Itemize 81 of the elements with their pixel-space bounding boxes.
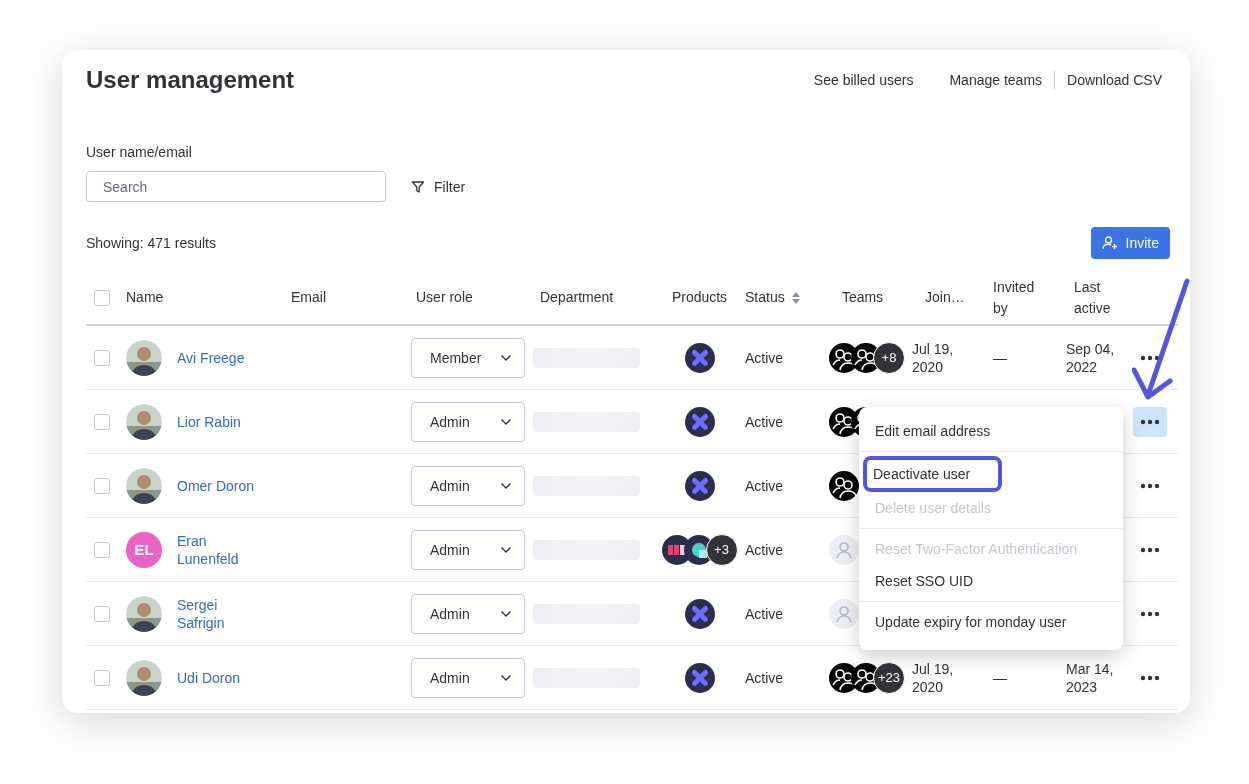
filter-button[interactable]: Filter xyxy=(411,178,466,195)
more-icon xyxy=(1140,674,1160,681)
user-name-link[interactable]: Lior Rabin xyxy=(177,412,262,431)
checkbox[interactable] xyxy=(94,289,110,306)
role-dropdown[interactable]: Admin xyxy=(411,593,525,634)
more-icon xyxy=(1140,546,1160,553)
status-text: Active xyxy=(745,349,784,366)
checkbox[interactable] xyxy=(94,413,110,430)
user-name-link[interactable]: Eran Lunenfeld xyxy=(177,531,262,568)
invite-button[interactable]: Invite xyxy=(1090,227,1170,259)
chevron-down-icon xyxy=(500,417,512,426)
column-header: Email xyxy=(291,288,326,307)
page-title: User management xyxy=(86,65,295,95)
count-badge: +8 xyxy=(873,341,905,374)
chevron-down-icon xyxy=(500,481,512,490)
column-header: Invited by xyxy=(993,277,1036,318)
count-badge: +3 xyxy=(705,533,738,566)
x-mark-icon xyxy=(684,662,715,693)
invited-by-text: — xyxy=(993,349,1007,366)
x-mark-icon xyxy=(684,342,715,373)
role-dropdown[interactable]: Admin xyxy=(411,465,525,506)
chevron-down-icon xyxy=(500,353,512,362)
filter-icon xyxy=(411,179,425,194)
user-name-link[interactable]: Omer Doron xyxy=(177,476,262,495)
user-name-link[interactable]: Sergei Safrigin xyxy=(177,595,262,632)
x-mark-icon xyxy=(684,598,715,629)
last-active-date: Sep 04, 2022 xyxy=(1066,339,1116,376)
menu-item[interactable]: Deactivate user xyxy=(863,456,1003,492)
status-text: Active xyxy=(745,669,784,686)
column-header: Last active xyxy=(1074,277,1112,318)
chevron-down-icon xyxy=(500,609,512,618)
role-dropdown[interactable]: Admin xyxy=(411,657,525,698)
chevron-down-icon xyxy=(500,545,512,554)
column-header: Status xyxy=(745,288,785,307)
status-text: Active xyxy=(745,605,784,622)
add-user-icon xyxy=(1101,235,1118,251)
field-label: User name/email xyxy=(86,143,193,161)
sort-icon[interactable] xyxy=(790,290,801,305)
checkbox[interactable] xyxy=(94,349,110,366)
checkbox[interactable] xyxy=(94,669,110,686)
checkbox[interactable] xyxy=(94,477,110,494)
role-dropdown[interactable]: Admin xyxy=(411,529,525,570)
results-count: Showing: 471 results xyxy=(86,235,216,251)
more-icon xyxy=(1140,610,1160,617)
x-mark-icon xyxy=(684,470,715,501)
user-name-link[interactable]: Udi Doron xyxy=(177,668,262,687)
role-dropdown[interactable]: Admin xyxy=(411,401,525,442)
invited-by-text: — xyxy=(993,669,1007,686)
column-header: Name xyxy=(126,288,164,307)
menu-item[interactable]: Update expiry for monday user xyxy=(865,606,1117,638)
status-text: Active xyxy=(745,541,784,558)
status-text: Active xyxy=(745,477,784,494)
chevron-down-icon xyxy=(500,673,512,682)
column-header: User role xyxy=(416,288,473,307)
last-active-date: Mar 14, 2023 xyxy=(1066,659,1115,696)
menu-item[interactable]: Edit email address xyxy=(865,415,1117,447)
column-header: Department xyxy=(540,288,614,307)
person-icon xyxy=(829,598,859,629)
more-icon xyxy=(1140,418,1160,425)
role-dropdown[interactable]: Member xyxy=(411,337,525,378)
search-field[interactable]: Search xyxy=(86,171,386,202)
header-link[interactable]: Manage teams xyxy=(949,72,1043,88)
more-button[interactable] xyxy=(1133,406,1167,437)
join-date: Jul 19, 2020 xyxy=(912,659,955,696)
more-icon xyxy=(1140,482,1160,489)
checkbox[interactable] xyxy=(94,605,110,622)
join-date: Jul 19, 2020 xyxy=(912,339,955,376)
header-link[interactable]: Download CSV xyxy=(1067,72,1162,88)
column-header: Teams xyxy=(841,288,884,307)
status-text: Active xyxy=(745,413,784,430)
more-icon xyxy=(1140,354,1160,361)
x-mark-icon xyxy=(684,406,715,437)
column-header: Products xyxy=(671,288,728,307)
checkbox[interactable] xyxy=(94,541,110,558)
user-name-link[interactable]: Avi Freege xyxy=(177,348,262,367)
count-badge: +23 xyxy=(873,661,905,694)
person-icon xyxy=(829,534,859,565)
menu-item[interactable]: Reset SSO UID xyxy=(865,565,1117,597)
avatar: EL xyxy=(126,531,162,568)
column-header: Join… xyxy=(925,288,965,307)
header-link[interactable]: See billed users xyxy=(813,72,914,88)
